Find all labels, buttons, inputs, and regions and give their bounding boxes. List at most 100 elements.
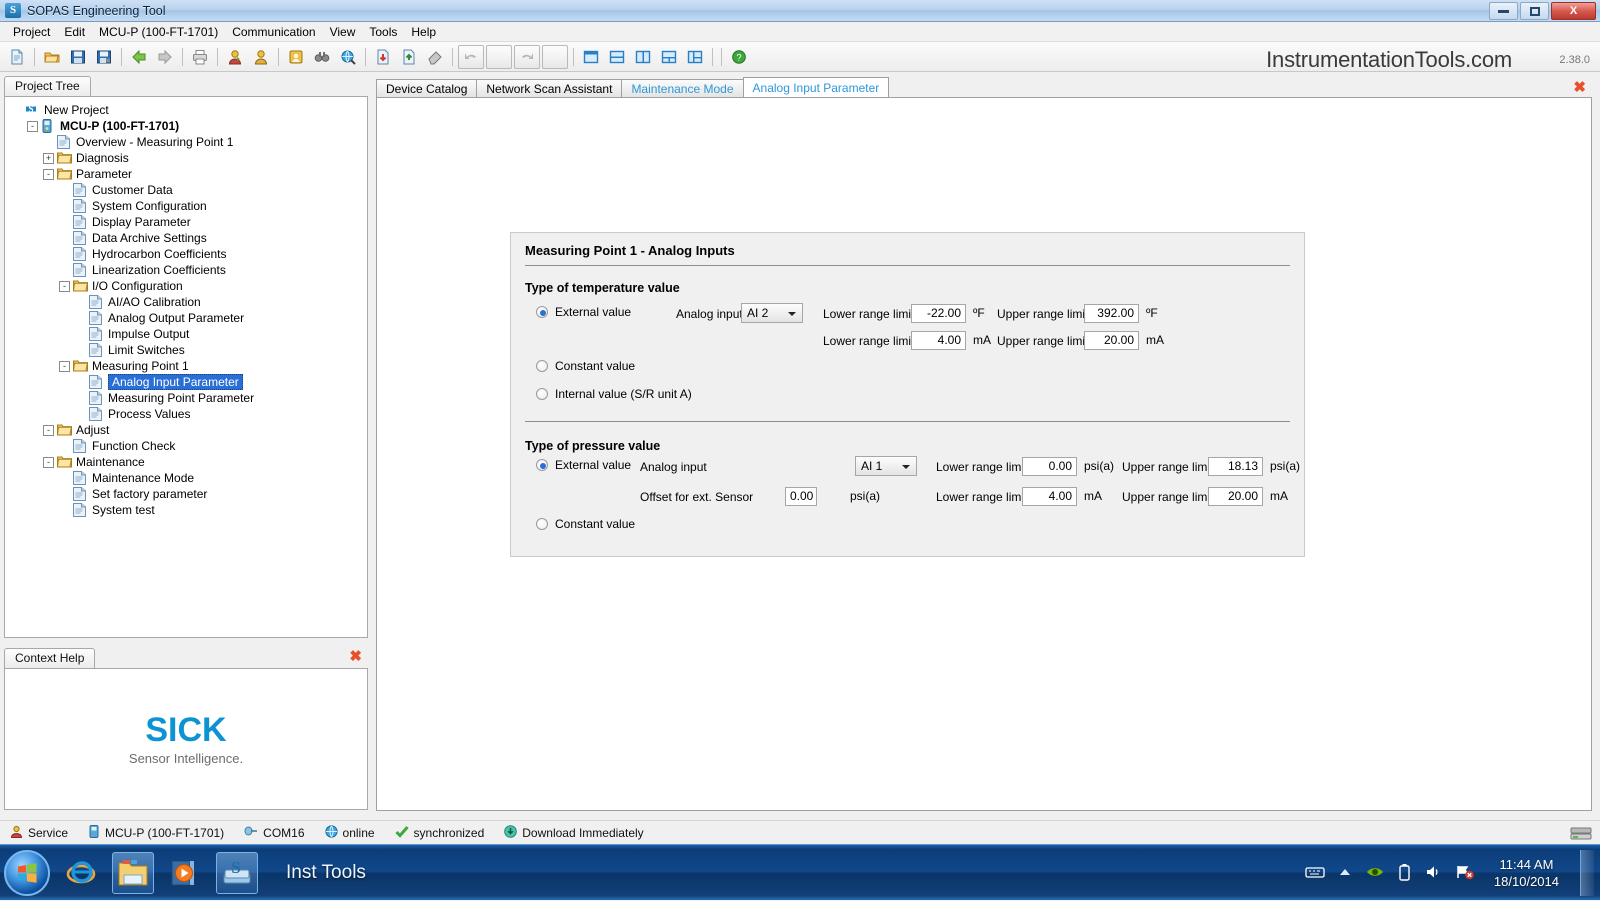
tree-item-diagnosis[interactable]: + Diagnosis xyxy=(11,150,367,166)
status-item-online[interactable]: online xyxy=(324,824,375,841)
tree-item-customer-data[interactable]: Customer Data xyxy=(11,182,367,198)
temperature-lower-ma-input[interactable]: 4.00 xyxy=(911,331,966,350)
status-item-mcu-p-100-ft-1701[interactable]: MCU-P (100-FT-1701) xyxy=(88,824,224,841)
status-item-com16[interactable]: COM16 xyxy=(244,825,305,840)
pressure-upper-ma-input[interactable]: 20.00 xyxy=(1208,487,1263,506)
pressure-analog-input-select[interactable]: AI 1 xyxy=(855,456,917,476)
taskbar-sopas[interactable]: S xyxy=(216,851,258,894)
tree-collapse-icon[interactable]: - xyxy=(43,456,54,468)
menu-edit[interactable]: Edit xyxy=(57,23,92,41)
tree-item-process-values[interactable]: Process Values xyxy=(11,406,367,422)
tree-item-measuring-point-1[interactable]: - Measuring Point 1 xyxy=(11,358,367,374)
redo-dropdown-icon[interactable] xyxy=(542,44,568,69)
user-login-icon[interactable] xyxy=(223,45,247,69)
back-arrow-icon[interactable] xyxy=(127,45,151,69)
taskbar-file-explorer[interactable] xyxy=(112,851,154,894)
menu-view[interactable]: View xyxy=(323,23,363,41)
maximize-button[interactable] xyxy=(1520,2,1549,20)
pressure-external-radio-row[interactable]: External value xyxy=(536,458,631,472)
tree-item-mcu-p-100-ft-1701[interactable]: - MCU-P (100-FT-1701) xyxy=(11,118,367,134)
menu-help[interactable]: Help xyxy=(404,23,443,41)
show-desktop-button[interactable] xyxy=(1580,850,1594,896)
undo-icon[interactable] xyxy=(458,44,484,69)
pressure-constant-radio[interactable] xyxy=(536,518,548,530)
pressure-external-radio[interactable] xyxy=(536,459,548,471)
start-button[interactable] xyxy=(4,849,50,896)
pressure-lower-eng-input[interactable]: 0.00 xyxy=(1022,457,1077,476)
layout-three-pane-icon[interactable] xyxy=(657,45,681,69)
tree-item-linearization-coefficients[interactable]: Linearization Coefficients xyxy=(11,262,367,278)
temperature-constant-radio[interactable] xyxy=(536,360,548,372)
save-icon[interactable] xyxy=(66,45,90,69)
active-window-label[interactable]: Inst Tools xyxy=(286,862,366,884)
tab-project-tree[interactable]: Project Tree xyxy=(4,76,91,96)
open-folder-icon[interactable] xyxy=(40,45,64,69)
tree-item-parameter[interactable]: - Parameter xyxy=(11,166,367,182)
tree-item-hydrocarbon-coefficients[interactable]: Hydrocarbon Coefficients xyxy=(11,246,367,262)
main-close-icon[interactable]: ✖ xyxy=(1573,78,1586,96)
temperature-upper-ma-input[interactable]: 20.00 xyxy=(1084,331,1139,350)
minimize-button[interactable] xyxy=(1489,2,1518,20)
forward-arrow-icon[interactable] xyxy=(153,45,177,69)
tree-expand-icon[interactable]: + xyxy=(43,152,54,164)
network-error-icon[interactable] xyxy=(1455,864,1475,883)
globe-search-icon[interactable] xyxy=(336,45,360,69)
keyboard-icon[interactable] xyxy=(1305,865,1325,882)
tab-context-help[interactable]: Context Help xyxy=(4,648,96,668)
status-item-service[interactable]: Service xyxy=(10,825,68,841)
undo-dropdown-icon[interactable] xyxy=(486,44,512,69)
tab-network-scan-assistant[interactable]: Network Scan Assistant xyxy=(476,79,623,98)
tree-item-maintenance-mode[interactable]: Maintenance Mode xyxy=(11,470,367,486)
tree-item-overview-measuring-point-1[interactable]: Overview - Measuring Point 1 xyxy=(11,134,367,150)
tree-item-analog-output-parameter[interactable]: Analog Output Parameter xyxy=(11,310,367,326)
tree-collapse-icon[interactable]: - xyxy=(43,424,54,436)
tree-collapse-icon[interactable]: - xyxy=(43,168,54,180)
upload-icon[interactable] xyxy=(397,45,421,69)
tree-item-ai-ao-calibration[interactable]: AI/AO Calibration xyxy=(11,294,367,310)
layout-vertical-split-icon[interactable] xyxy=(631,45,655,69)
context-help-close-icon[interactable]: ✖ xyxy=(349,649,362,664)
temperature-external-radio[interactable] xyxy=(536,306,548,318)
binoculars-icon[interactable] xyxy=(310,45,334,69)
tree-item-set-factory-parameter[interactable]: Set factory parameter xyxy=(11,486,367,502)
redo-icon[interactable] xyxy=(514,44,540,69)
menu-project[interactable]: Project xyxy=(6,23,57,41)
print-icon[interactable] xyxy=(188,45,212,69)
help-icon[interactable]: ? xyxy=(727,45,751,69)
layout-horizontal-split-icon[interactable] xyxy=(605,45,629,69)
menu-tools[interactable]: Tools xyxy=(362,23,404,41)
temperature-analog-input-select[interactable]: AI 2 xyxy=(741,303,803,323)
status-item-download-immediately[interactable]: Download Immediately xyxy=(504,824,644,841)
project-tree-body[interactable]: S New Project - MCU-P (100-FT-1701) Overview… xyxy=(4,96,368,638)
menu-communication[interactable]: Communication xyxy=(225,23,322,41)
taskbar-internet-explorer[interactable] xyxy=(60,852,102,894)
tree-item-maintenance[interactable]: - Maintenance xyxy=(11,454,367,470)
tree-item-limit-switches[interactable]: Limit Switches xyxy=(11,342,367,358)
nvidia-icon[interactable] xyxy=(1365,864,1385,883)
tree-item-function-check[interactable]: Function Check xyxy=(11,438,367,454)
temperature-constant-radio-row[interactable]: Constant value xyxy=(536,359,635,373)
pressure-constant-radio-row[interactable]: Constant value xyxy=(536,517,635,531)
tree-item-measuring-point-parameter[interactable]: Measuring Point Parameter xyxy=(11,390,367,406)
tree-item-new-project[interactable]: S New Project xyxy=(11,102,367,118)
tree-item-i-o-configuration[interactable]: - I/O Configuration xyxy=(11,278,367,294)
close-button[interactable]: X xyxy=(1551,2,1596,20)
status-item-synchronized[interactable]: synchronized xyxy=(394,825,484,841)
temperature-internal-radio[interactable] xyxy=(536,388,548,400)
user-switch-icon[interactable] xyxy=(249,45,273,69)
taskbar-media-player[interactable] xyxy=(164,852,206,894)
tree-item-data-archive-settings[interactable]: Data Archive Settings xyxy=(11,230,367,246)
tree-item-display-parameter[interactable]: Display Parameter xyxy=(11,214,367,230)
volume-icon[interactable] xyxy=(1424,864,1442,883)
pressure-lower-ma-input[interactable]: 4.00 xyxy=(1022,487,1077,506)
show-hidden-icons-icon[interactable] xyxy=(1338,866,1352,880)
download-icon[interactable] xyxy=(371,45,395,69)
clock[interactable]: 11:44 AM 18/10/2014 xyxy=(1494,856,1559,890)
new-document-icon[interactable] xyxy=(5,45,29,69)
tab-maintenance-mode[interactable]: Maintenance Mode xyxy=(621,79,744,98)
temperature-lower-eng-input[interactable]: -22.00 xyxy=(911,304,966,323)
tree-item-system-configuration[interactable]: System Configuration xyxy=(11,198,367,214)
pressure-upper-eng-input[interactable]: 18.13 xyxy=(1208,457,1263,476)
temperature-external-radio-row[interactable]: External value xyxy=(536,305,631,319)
tree-collapse-icon[interactable]: - xyxy=(59,360,70,372)
